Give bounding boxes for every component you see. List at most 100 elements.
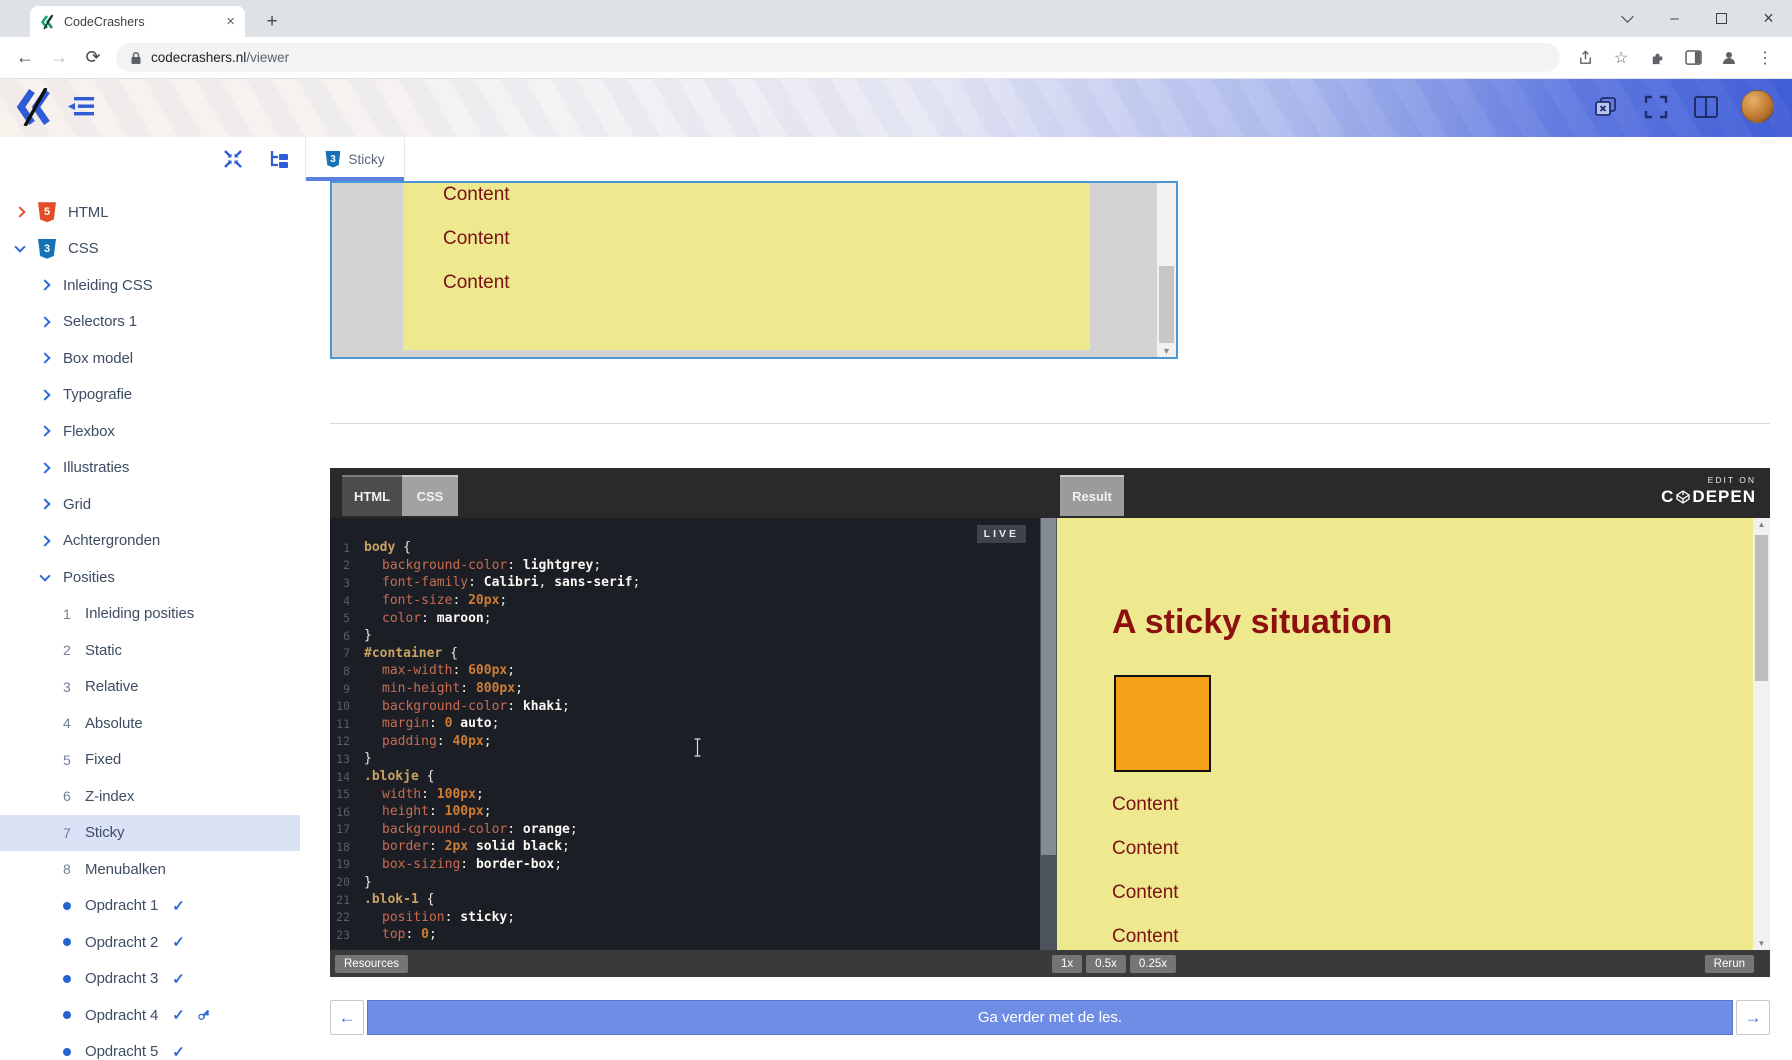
code-line[interactable]: 23top: 0; xyxy=(330,926,1040,944)
sidebar-item-posities[interactable]: Posities xyxy=(0,559,300,596)
codepen-tab-html[interactable]: HTML xyxy=(342,475,402,516)
window-maximize-button[interactable] xyxy=(1698,0,1745,37)
split-view-icon[interactable] xyxy=(1691,92,1721,122)
sidebar-item-typografie[interactable]: Typografie xyxy=(0,377,300,414)
code-editor[interactable]: LIVE 1body {2background-color: lightgrey… xyxy=(330,518,1040,950)
sidebar-item-achtergronden[interactable]: Achtergronden xyxy=(0,523,300,560)
address-bar[interactable]: codecrashers.nl/viewer xyxy=(116,43,1560,72)
sidebar-item-css[interactable]: 3CSS xyxy=(0,231,300,268)
window-dropdown-icon[interactable] xyxy=(1604,0,1651,37)
sidebar-item-sticky[interactable]: 7Sticky xyxy=(0,815,300,852)
back-button[interactable]: ← xyxy=(8,41,42,75)
profile-icon[interactable] xyxy=(1714,43,1744,73)
tab-sticky[interactable]: 3 Sticky xyxy=(305,137,405,181)
code-line[interactable]: 3font-family: Calibri, sans-serif; xyxy=(330,574,1040,592)
extensions-puzzle-icon[interactable] xyxy=(1642,43,1672,73)
codepen-brand[interactable]: EDIT ON C DEPEN xyxy=(1661,475,1756,507)
code-line[interactable]: 6} xyxy=(330,627,1040,645)
preview-scrollbar[interactable]: ▼ xyxy=(1157,183,1176,357)
sidebar-item-label: Achtergronden xyxy=(63,532,160,549)
browser-tab[interactable]: CodeCrashers × xyxy=(30,6,245,37)
code-line[interactable]: 12padding: 40px; xyxy=(330,733,1040,751)
preview-scrollbar-thumb[interactable] xyxy=(1159,266,1174,343)
bookmark-star-icon[interactable]: ☆ xyxy=(1606,43,1636,73)
resources-button[interactable]: Resources xyxy=(335,955,408,973)
rerun-button[interactable]: Rerun xyxy=(1705,955,1754,973)
sidebar-item-fixed[interactable]: 5Fixed xyxy=(0,742,300,779)
code-line[interactable]: 13} xyxy=(330,750,1040,768)
result-scrollbar[interactable]: ▲ ▼ xyxy=(1753,518,1770,950)
new-tab-button[interactable]: + xyxy=(258,8,286,36)
lesson-number: 3 xyxy=(63,679,79,695)
window-minimize-button[interactable]: – xyxy=(1651,0,1698,37)
sidebar-item-inleiding-css[interactable]: Inleiding CSS xyxy=(0,267,300,304)
code-line[interactable]: 21.blok-1 { xyxy=(330,891,1040,909)
sidebar-item-grid[interactable]: Grid xyxy=(0,486,300,523)
lesson-preview-frame[interactable]: ContentContentContent ▼ xyxy=(330,181,1178,359)
code-line[interactable]: 11margin: 0 auto; xyxy=(330,715,1040,733)
user-avatar[interactable] xyxy=(1741,90,1774,123)
scroll-down-arrow-icon[interactable]: ▼ xyxy=(1753,939,1770,948)
window-close-button[interactable]: × xyxy=(1745,0,1792,37)
side-panel-icon[interactable] xyxy=(1678,43,1708,73)
browser-toolbar: ← → ⟳ codecrashers.nl/viewer ☆ ⋮ xyxy=(0,37,1792,79)
sidebar-item-static[interactable]: 2Static xyxy=(0,632,300,669)
code-line[interactable]: 18border: 2px solid black; xyxy=(330,838,1040,856)
speed-button-0-25x[interactable]: 0.25x xyxy=(1130,955,1176,973)
sidebar-item-opdracht-5[interactable]: Opdracht 5✓ xyxy=(0,1034,300,1060)
collapse-menu-icon[interactable] xyxy=(68,95,96,124)
scroll-down-arrow-icon[interactable]: ▼ xyxy=(1157,346,1176,356)
code-line[interactable]: 19box-sizing: border-box; xyxy=(330,856,1040,874)
code-line[interactable]: 15width: 100px; xyxy=(330,785,1040,803)
editor-scrollbar-thumb[interactable] xyxy=(1041,518,1056,855)
sidebar-item-box-model[interactable]: Box model xyxy=(0,340,300,377)
code-line[interactable]: 1body { xyxy=(330,539,1040,557)
more-menu-icon[interactable]: ⋮ xyxy=(1750,43,1780,73)
code-line[interactable]: 9min-height: 800px; xyxy=(330,680,1040,698)
next-lesson-button[interactable]: → xyxy=(1736,1000,1770,1035)
fullscreen-icon[interactable] xyxy=(1641,92,1671,122)
codepen-tab-css[interactable]: CSS xyxy=(402,475,458,516)
sidebar-item-flexbox[interactable]: Flexbox xyxy=(0,413,300,450)
sidebar-item-opdracht-4[interactable]: Opdracht 4✓ xyxy=(0,997,300,1034)
code-line[interactable]: 2background-color: lightgrey; xyxy=(330,557,1040,575)
scroll-up-arrow-icon[interactable]: ▲ xyxy=(1753,520,1770,529)
code-line[interactable]: 7#container { xyxy=(330,645,1040,663)
codecrashers-logo[interactable] xyxy=(16,88,58,131)
continue-lesson-button[interactable]: Ga verder met de les. xyxy=(367,1000,1733,1035)
sidebar-item-z-index[interactable]: 6Z-index xyxy=(0,778,300,815)
code-line[interactable]: 22position: sticky; xyxy=(330,908,1040,926)
sidebar-item-opdracht-2[interactable]: Opdracht 2✓ xyxy=(0,924,300,961)
previous-lesson-button[interactable]: ← xyxy=(330,1000,364,1035)
code-line[interactable]: 5color: maroon; xyxy=(330,609,1040,627)
sidebar-item-illustraties[interactable]: Illustraties xyxy=(0,450,300,487)
tab-close-icon[interactable]: × xyxy=(226,14,235,29)
code-line[interactable]: 17background-color: orange; xyxy=(330,821,1040,839)
reload-button[interactable]: ⟳ xyxy=(76,41,110,75)
sidebar-item-menubalken[interactable]: 8Menubalken xyxy=(0,851,300,888)
sidebar-item-opdracht-1[interactable]: Opdracht 1✓ xyxy=(0,888,300,925)
sidebar-item-opdracht-3[interactable]: Opdracht 3✓ xyxy=(0,961,300,998)
sidebar-item-selectors-1[interactable]: Selectors 1 xyxy=(0,304,300,341)
codepen-tab-result[interactable]: Result xyxy=(1060,475,1124,516)
collapse-all-icon[interactable] xyxy=(218,144,248,174)
code-line[interactable]: 10background-color: khaki; xyxy=(330,697,1040,715)
code-line[interactable]: 8max-width: 600px; xyxy=(330,662,1040,680)
result-scrollbar-thumb[interactable] xyxy=(1755,535,1768,681)
sidebar-item-relative[interactable]: 3Relative xyxy=(0,669,300,706)
editor-scrollbar[interactable] xyxy=(1040,518,1057,950)
sidebar-item-inleiding-posities[interactable]: 1Inleiding posities xyxy=(0,596,300,633)
speed-button-1x[interactable]: 1x xyxy=(1052,955,1082,973)
share-icon[interactable] xyxy=(1570,43,1600,73)
sidebar-item-html[interactable]: 5HTML xyxy=(0,194,300,231)
sidebar-item-absolute[interactable]: 4Absolute xyxy=(0,705,300,742)
code-line[interactable]: 4font-size: 20px; xyxy=(330,592,1040,610)
code-line[interactable]: 20} xyxy=(330,873,1040,891)
speed-button-0-5x[interactable]: 0.5x xyxy=(1086,955,1126,973)
code-line[interactable]: 16height: 100px; xyxy=(330,803,1040,821)
chevron-right-icon xyxy=(39,535,50,546)
close-windows-icon[interactable] xyxy=(1591,92,1621,122)
chevron-right-icon xyxy=(39,462,50,473)
code-line[interactable]: 14.blokje { xyxy=(330,768,1040,786)
tree-structure-icon[interactable] xyxy=(264,144,294,174)
